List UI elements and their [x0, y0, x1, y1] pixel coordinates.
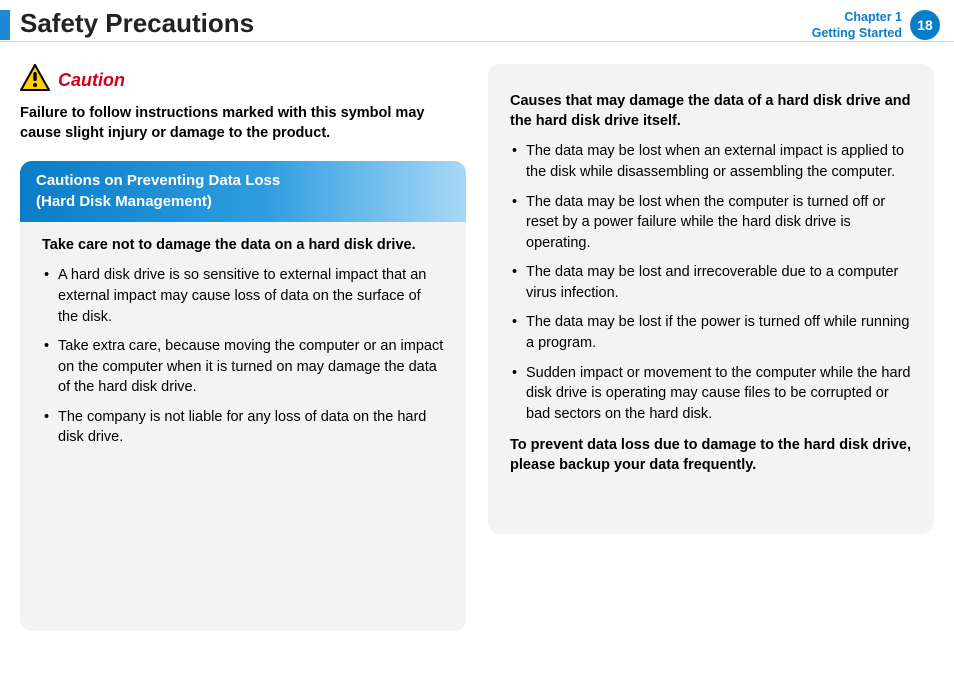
chapter-label: Chapter 1 Getting Started	[812, 10, 902, 41]
list-item: The data may be lost and irrecoverable d…	[510, 262, 912, 303]
left-column: Caution Failure to follow instructions m…	[20, 64, 466, 631]
left-panel-header-l1: Cautions on Preventing Data Loss	[36, 171, 450, 191]
right-panel: Causes that may damage the data of a har…	[488, 64, 934, 534]
right-bullet-list: The data may be lost when an external im…	[510, 141, 912, 424]
left-panel: Cautions on Preventing Data Loss (Hard D…	[20, 161, 466, 631]
right-column: Causes that may damage the data of a har…	[488, 64, 934, 631]
list-item: The data may be lost when the computer i…	[510, 192, 912, 254]
page-number-badge: 18	[910, 10, 940, 40]
list-item: A hard disk drive is so sensitive to ext…	[42, 265, 444, 327]
left-panel-header-l2: (Hard Disk Management)	[36, 192, 450, 212]
right-subhead: Causes that may damage the data of a har…	[510, 92, 912, 131]
left-bullet-list: A hard disk drive is so sensitive to ext…	[42, 265, 444, 448]
warning-icon	[20, 64, 50, 96]
list-item: The data may be lost if the power is tur…	[510, 312, 912, 353]
caution-label: Caution	[58, 70, 125, 91]
chapter-line2: Getting Started	[812, 26, 902, 42]
caution-body: Failure to follow instructions marked wi…	[20, 104, 466, 143]
header-accent	[0, 10, 10, 40]
content-area: Caution Failure to follow instructions m…	[0, 42, 954, 651]
left-panel-header: Cautions on Preventing Data Loss (Hard D…	[20, 161, 466, 222]
list-item: The company is not liable for any loss o…	[42, 407, 444, 448]
list-item: Sudden impact or movement to the compute…	[510, 363, 912, 425]
closing-note: To prevent data loss due to damage to th…	[510, 436, 912, 475]
list-item: Take extra care, because moving the comp…	[42, 336, 444, 398]
left-subhead: Take care not to damage the data on a ha…	[42, 236, 444, 256]
page-title: Safety Precautions	[20, 8, 812, 39]
caution-heading: Caution	[20, 64, 466, 96]
right-panel-body: Causes that may damage the data of a har…	[488, 78, 934, 475]
page-header: Safety Precautions Chapter 1 Getting Sta…	[0, 0, 954, 42]
left-panel-body: Take care not to damage the data on a ha…	[20, 222, 466, 448]
list-item: The data may be lost when an external im…	[510, 141, 912, 182]
chapter-line1: Chapter 1	[812, 10, 902, 26]
